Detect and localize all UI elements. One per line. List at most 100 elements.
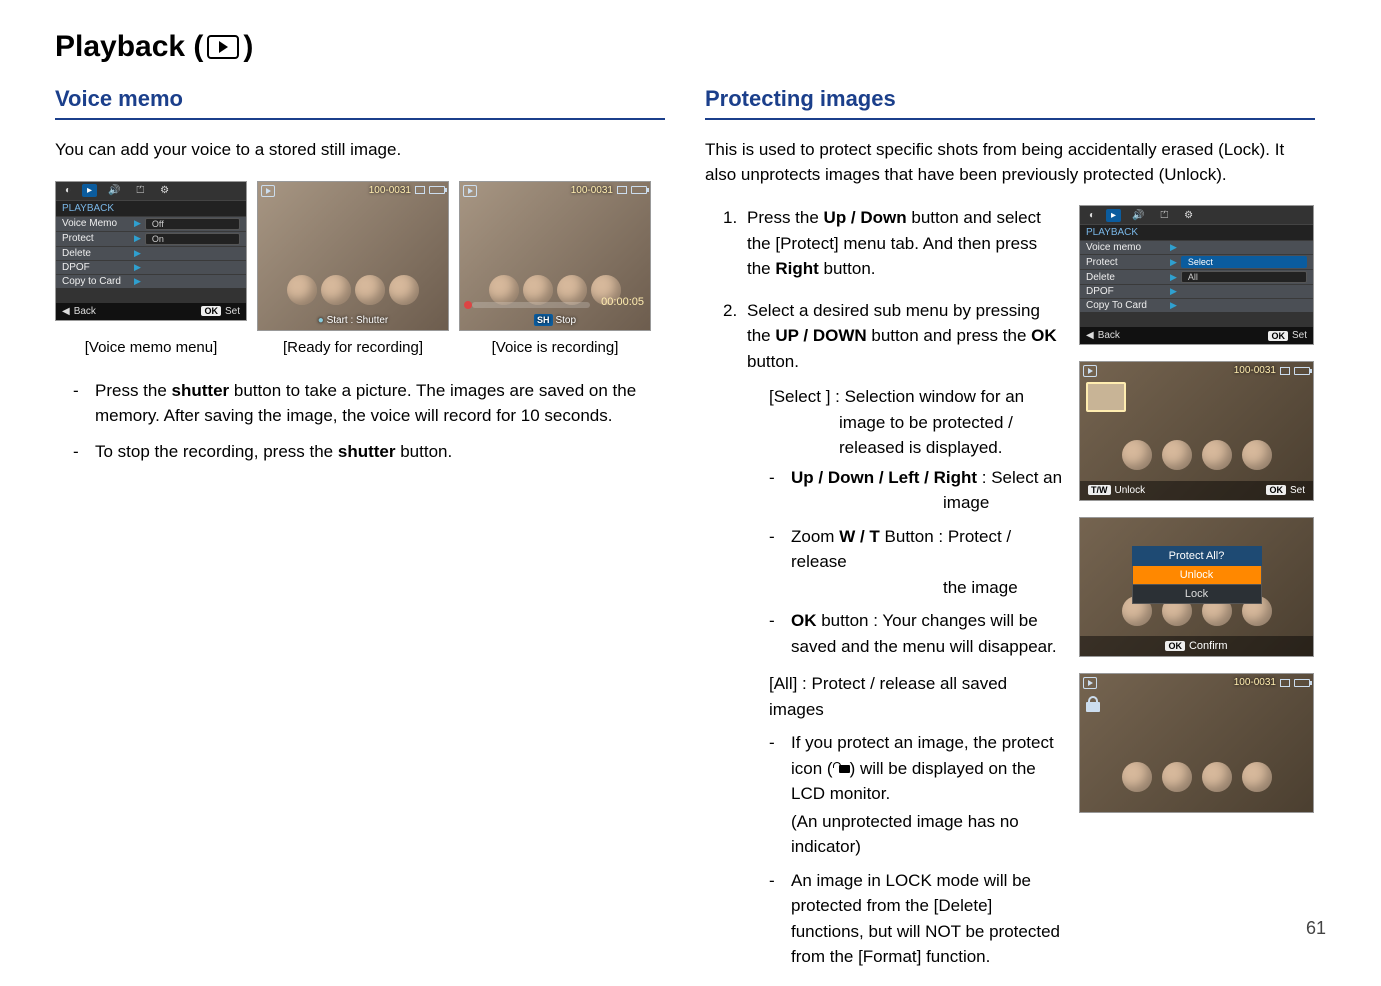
caption-ready: [Ready for recording]: [257, 339, 449, 356]
display-tab-icon: ⏍: [1156, 209, 1174, 222]
status-bar: 100-0031: [571, 185, 647, 196]
status-footer: T/WUnlock OKSet: [1080, 481, 1313, 500]
playback-icon: [207, 35, 239, 59]
menu-row-protect: Protect ▶ On: [56, 231, 246, 246]
chevron-right-icon: ▶: [134, 262, 141, 273]
chevron-right-icon: ▶: [134, 248, 141, 259]
play-tab-icon: ▸: [1106, 209, 1121, 222]
menu-row-copy-to-card: Copy To Card ▶: [1080, 298, 1313, 312]
menu-footer: ◀Back OKSet: [56, 302, 246, 320]
play-tab-icon: ▸: [82, 184, 97, 197]
start-shutter-label: ● Start : Shutter: [318, 315, 389, 326]
card-icon: [1280, 367, 1290, 375]
card-icon: [617, 186, 627, 194]
select-bullet-zoom: Zoom W / T Button : Protect / release th…: [769, 524, 1065, 601]
all-bullet-lockmode: An image in LOCK mode will be protected …: [769, 868, 1065, 970]
menu-row-voice-memo: Voice Memo ▶ Off: [56, 216, 246, 231]
select-bullet-nav: Up / Down / Left / Right : Select an ima…: [769, 465, 1065, 516]
dialog: Protect All? Unlock Lock: [1132, 546, 1262, 604]
play-mode-icon: [463, 185, 477, 197]
protect-menu-screenshot: ◐ ▸ 🔊 ⏍ ⚙ PLAYBACK Voice memo ▶ Protect …: [1079, 205, 1314, 345]
screenshots-row: ◐ ▸ 🔊 ⏍ ⚙ PLAYBACK Voice Memo ▶ Off Prot…: [55, 181, 665, 331]
stop-label: SHStop: [534, 315, 576, 326]
lock-overlay-icon: [1086, 696, 1108, 714]
voice-memo-intro: You can add your voice to a stored still…: [55, 138, 665, 163]
chevron-right-icon: ▶: [1170, 286, 1177, 297]
menu-row-copy-to-card: Copy to Card ▶: [56, 274, 246, 288]
mic-icon: ●: [318, 315, 324, 326]
chevron-right-icon: ▶: [134, 276, 141, 287]
dialog-title: Protect All?: [1132, 546, 1262, 566]
title-prefix: Playback (: [55, 30, 203, 64]
divider: [55, 118, 665, 120]
chevron-right-icon: ▶: [1170, 257, 1177, 268]
select-bullet-ok: OK button : Your changes will be saved a…: [769, 608, 1065, 659]
menu-row-dpof: DPOF ▶: [1080, 284, 1313, 298]
dialog-option-unlock: Unlock: [1132, 566, 1262, 585]
select-image-screenshot: 100-0031 T/WUnlock OKSet: [1079, 361, 1314, 501]
menu-footer: ◀Back OKSet: [1080, 326, 1313, 344]
step-1: 1.Press the Up / Down button and select …: [723, 205, 1065, 282]
protect-images-column: ◐ ▸ 🔊 ⏍ ⚙ PLAYBACK Voice memo ▶ Protect …: [1079, 205, 1314, 986]
chevron-right-icon: ▶: [1170, 272, 1177, 283]
voice-memo-bullets: Press the shutter button to take a pictu…: [73, 378, 665, 465]
left-arrow-icon: ◀: [62, 306, 70, 317]
protect-steps: 1.Press the Up / Down button and select …: [723, 205, 1065, 970]
chevron-right-icon: ▶: [134, 233, 141, 244]
ready-recording-screenshot: 100-0031 ● Start : Shutter: [257, 181, 449, 331]
camera-tab-icon: ◐: [60, 184, 76, 197]
menu-row-voice-memo: Voice memo ▶: [1080, 240, 1313, 254]
page-number: 61: [1306, 918, 1326, 939]
section-protecting-images: Protecting images: [705, 86, 1315, 112]
sound-tab-icon: 🔊: [1127, 209, 1149, 222]
chevron-right-icon: ▶: [1170, 300, 1177, 311]
play-mode-icon: [1083, 365, 1097, 377]
divider: [705, 118, 1315, 120]
camera-tab-icon: ◐: [1084, 209, 1100, 222]
section-voice-memo: Voice memo: [55, 86, 665, 112]
menu-row-delete: Delete ▶ All: [1080, 269, 1313, 284]
progress-bar: [472, 302, 590, 308]
left-column: Voice memo You can add your voice to a s…: [55, 86, 665, 986]
voice-memo-menu-screenshot: ◐ ▸ 🔊 ⏍ ⚙ PLAYBACK Voice Memo ▶ Off Prot…: [55, 181, 247, 321]
sound-tab-icon: 🔊: [103, 184, 125, 197]
status-bar: 100-0031: [1234, 677, 1310, 688]
setup-tab-icon: ⚙: [1179, 209, 1198, 222]
step-2: 2.Select a desired sub menu by pressing …: [723, 298, 1065, 970]
status-footer: OKConfirm: [1080, 636, 1313, 656]
battery-icon: [1294, 679, 1310, 687]
menu-row-protect: Protect ▶ Select: [1080, 254, 1313, 269]
protect-all-dialog-screenshot: Protect All? Unlock Lock OKConfirm: [1079, 517, 1314, 657]
play-mode-icon: [261, 185, 275, 197]
card-icon: [415, 186, 425, 194]
record-indicator-icon: [464, 301, 472, 309]
protect-intro: This is used to protect specific shots f…: [705, 138, 1315, 187]
all-bullet-icon: If you protect an image, the protect ico…: [769, 730, 1065, 860]
status-bar: 100-0031: [1234, 365, 1310, 376]
page-title: Playback ( ): [55, 30, 1326, 64]
play-mode-icon: [1083, 677, 1097, 689]
selection-thumbnail: [1086, 382, 1126, 412]
chevron-right-icon: ▶: [1170, 242, 1177, 253]
battery-icon: [429, 186, 445, 194]
setup-tab-icon: ⚙: [155, 184, 174, 197]
captions-row: [Voice memo menu] [Ready for recording] …: [55, 339, 665, 356]
dialog-option-lock: Lock: [1132, 585, 1262, 604]
caption-menu: [Voice memo menu]: [55, 339, 247, 356]
menu-tabs: ◐ ▸ 🔊 ⏍ ⚙: [56, 182, 246, 200]
select-label: [Select ] : Selection window for an imag…: [769, 384, 1065, 461]
display-tab-icon: ⏍: [132, 184, 150, 197]
menu-row-dpof: DPOF ▶: [56, 260, 246, 274]
menu-section-label: PLAYBACK: [56, 200, 246, 216]
chevron-right-icon: ▶: [134, 218, 141, 229]
status-bar: 100-0031: [369, 185, 445, 196]
bullet-stop-recording: To stop the recording, press the shutter…: [73, 439, 665, 465]
battery-icon: [1294, 367, 1310, 375]
card-icon: [1280, 679, 1290, 687]
lock-icon: [833, 765, 850, 773]
timecode: 00:00:05: [601, 296, 644, 308]
menu-section-label: PLAYBACK: [1080, 224, 1313, 240]
left-arrow-icon: ◀: [1086, 330, 1094, 341]
recording-screenshot: 100-0031 00:00:05 SHStop: [459, 181, 651, 331]
battery-icon: [631, 186, 647, 194]
